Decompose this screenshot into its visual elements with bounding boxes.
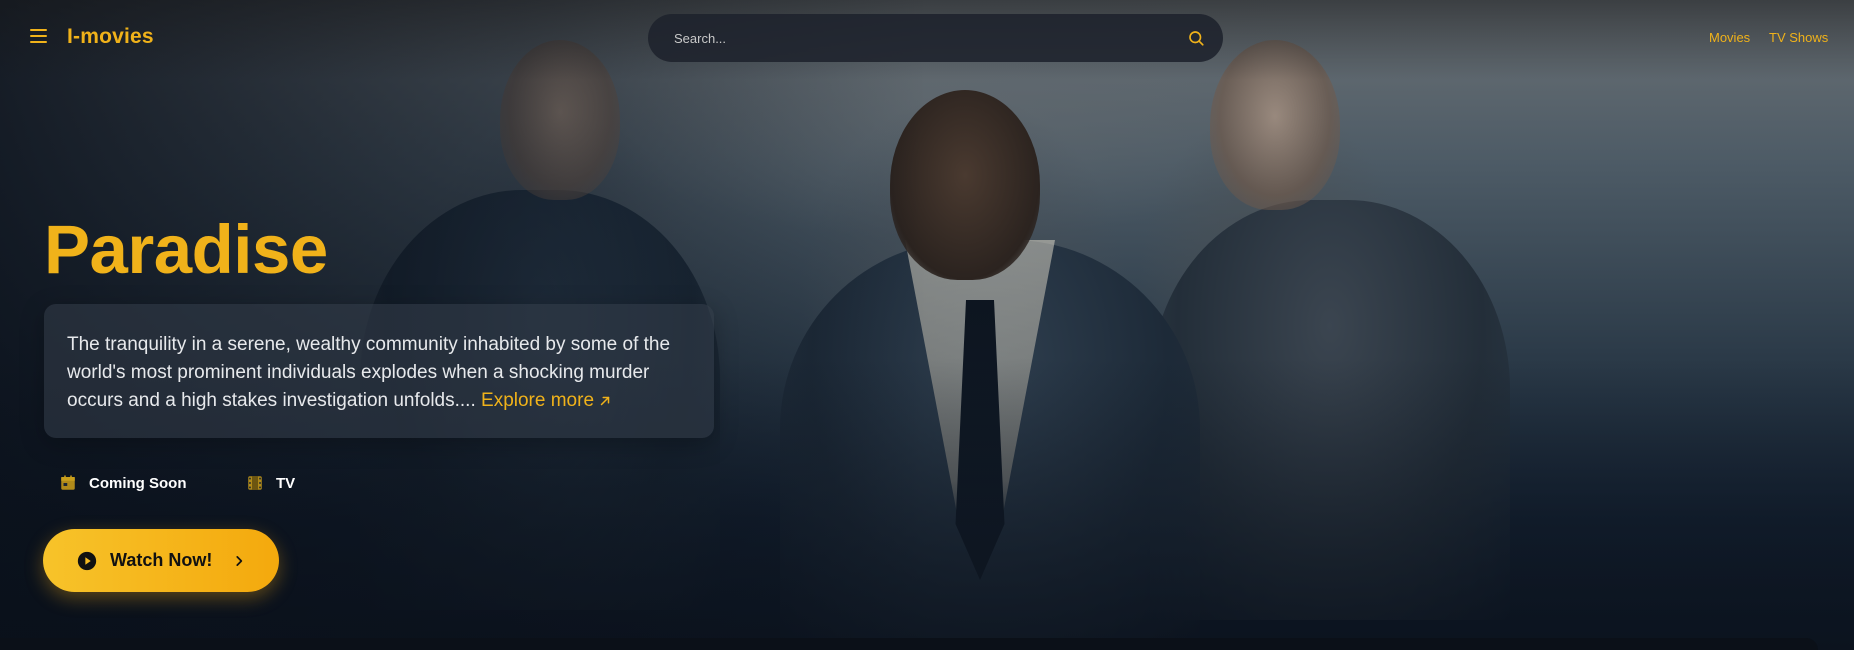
site-logo[interactable]: I-movies [67,25,154,49]
description-panel: The tranquility in a serene, wealthy com… [44,304,714,438]
play-circle-icon [77,551,97,571]
type-meta: TV [246,474,295,492]
film-icon [248,476,262,490]
hero-title: Paradise [44,211,328,288]
watch-now-button[interactable]: Watch Now! [43,529,279,592]
status-meta: Coming Soon [59,474,187,492]
explore-more-label: Explore more [481,390,595,411]
type-label: TV [276,474,296,492]
nav-link-tv-shows[interactable]: TV Shows [1769,30,1828,45]
search-icon[interactable] [1187,29,1205,47]
arrow-up-right-icon [600,396,610,406]
calendar-icon [61,475,75,490]
explore-more-link[interactable]: Explore more [481,390,612,411]
nav-link-movies[interactable]: Movies [1709,30,1750,45]
content-edge [0,638,1818,650]
search-input[interactable] [674,26,1154,50]
search-bar [648,14,1223,62]
chevron-right-icon [236,556,243,566]
hero-description: The tranquility in a serene, wealthy com… [67,331,687,415]
status-label: Coming Soon [89,474,187,492]
watch-now-label: Watch Now! [110,550,213,570]
menu-icon[interactable] [30,29,47,43]
